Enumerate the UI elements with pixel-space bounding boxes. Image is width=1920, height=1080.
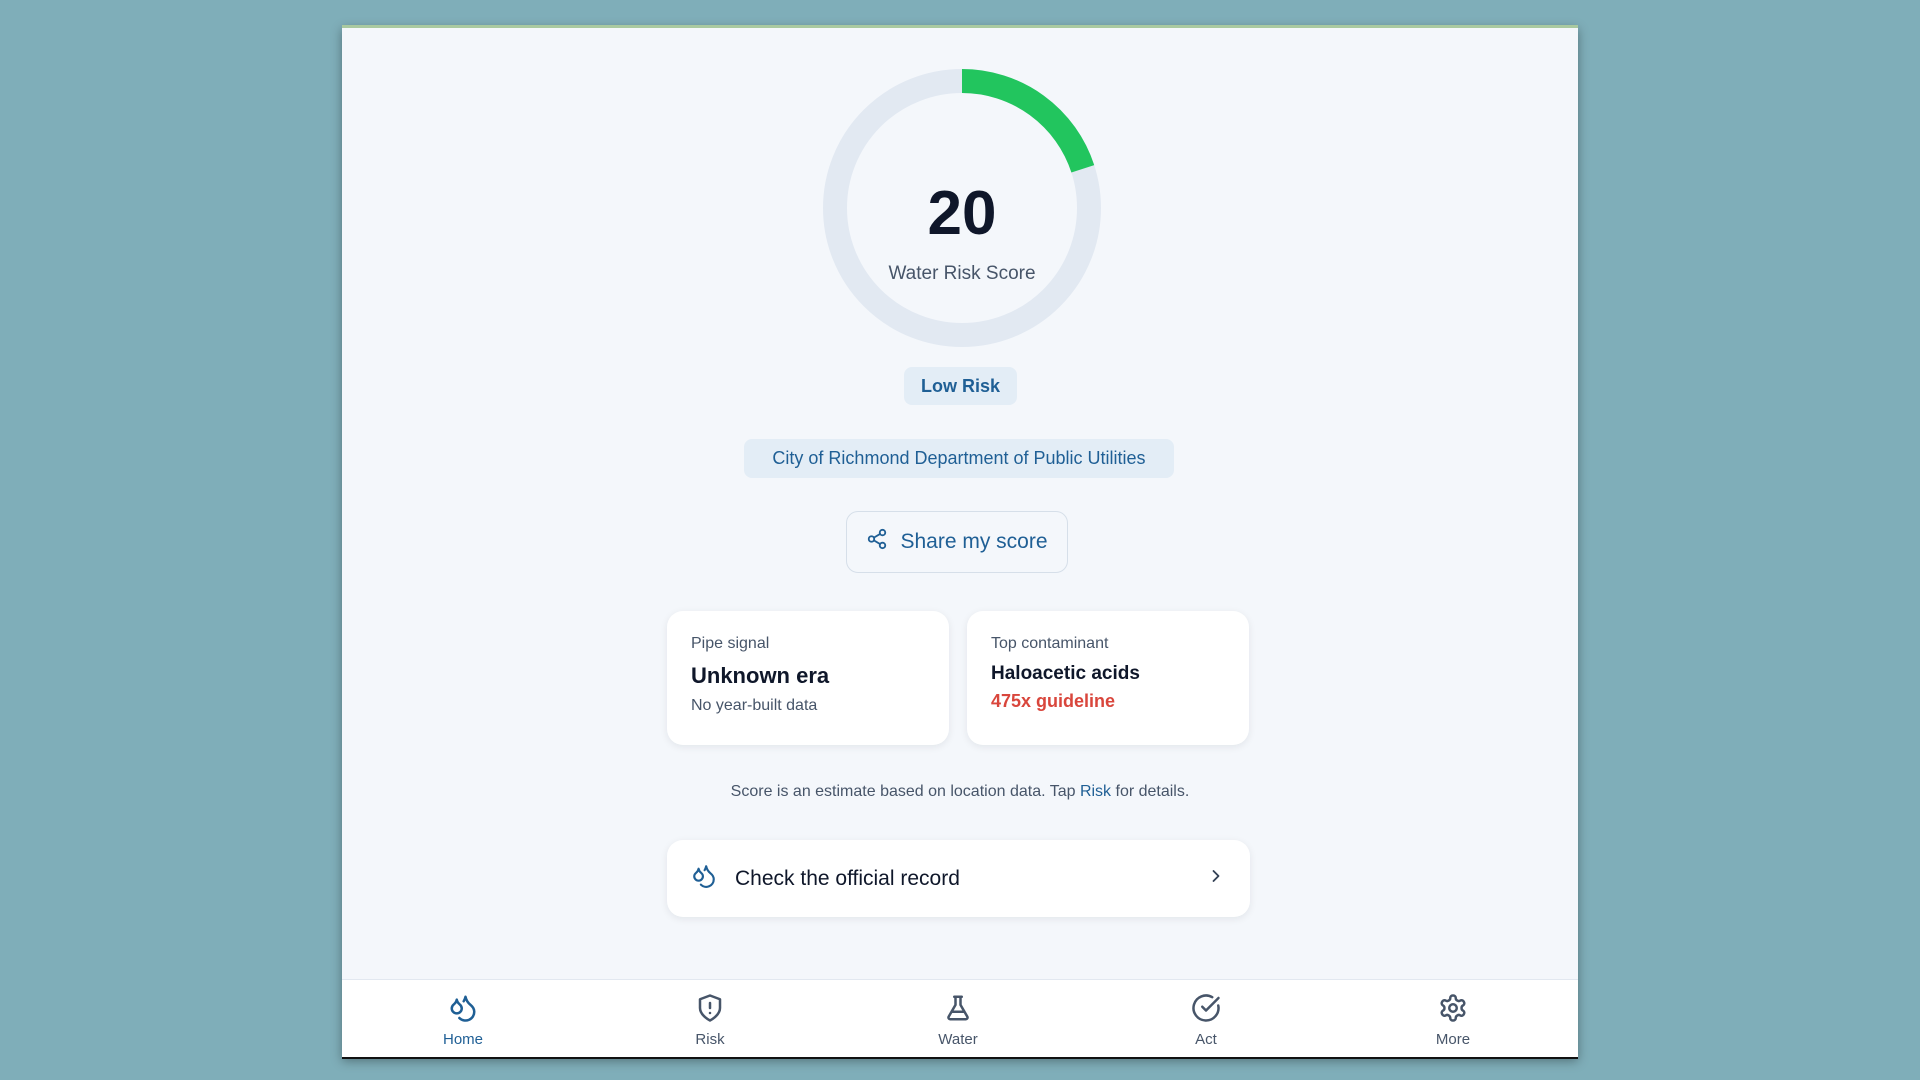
home-content: 20 Water Risk Score Low Risk City of Ric… [342,28,1578,979]
pipe-signal-card: Pipe signal Unknown era No year-built da… [667,611,949,745]
pipe-card-subtitle: No year-built data [691,697,818,714]
gear-icon [1393,991,1513,1025]
official-record-label: Check the official record [735,866,960,890]
top-contaminant-card: Top contaminant Haloacetic acids 475x gu… [967,611,1249,745]
nav-item-water[interactable]: Water [898,991,1018,1048]
contaminant-card-title: Top contaminant [991,635,1109,652]
nav-item-home[interactable]: Home [403,991,523,1048]
flask-icon [898,991,1018,1025]
nav-item-risk[interactable]: Risk [650,991,770,1048]
share-score-button[interactable]: Share my score [846,511,1068,573]
share-button-label: Share my score [900,530,1048,553]
risk-score-value: 20 [927,179,997,248]
disclaimer-prefix: Score is an estimate based on location d… [730,783,1080,800]
contaminant-guideline-ratio: 475x guideline [991,691,1116,711]
nav-label-water: Water [938,1031,978,1048]
nav-label-home: Home [442,1031,483,1048]
nav-label-act: Act [1195,1031,1217,1048]
contaminant-card-value: Haloacetic acids [991,663,1140,684]
chevron-right-icon [1206,866,1226,891]
droplets-icon [691,863,717,894]
app-window: 20 Water Risk Score Low Risk City of Ric… [342,25,1578,1057]
nav-label-more: More [1435,1031,1471,1048]
risk-score-gauge: 20 Water Risk Score [817,63,1107,353]
score-disclaimer: Score is an estimate based on location d… [342,783,1578,801]
droplets-icon [403,991,523,1025]
bottom-navigation: Home Risk Water Act More [342,979,1578,1057]
utility-name-badge: City of Richmond Department of Public Ut… [744,439,1174,478]
official-record-row[interactable]: Check the official record [667,840,1250,917]
risk-score-label: Water Risk Score [888,263,1036,284]
risk-level-badge: Low Risk [904,367,1017,405]
shield-alert-icon [650,991,770,1025]
share-icon [866,528,888,556]
nav-label-risk: Risk [695,1031,725,1048]
disclaimer-suffix: for details. [1111,783,1190,800]
nav-item-act[interactable]: Act [1146,991,1266,1048]
pipe-card-value: Unknown era [691,663,830,688]
nav-item-more[interactable]: More [1393,991,1513,1048]
pipe-card-title: Pipe signal [691,635,770,652]
risk-link[interactable]: Risk [1080,783,1111,800]
check-circle-icon [1146,991,1266,1025]
